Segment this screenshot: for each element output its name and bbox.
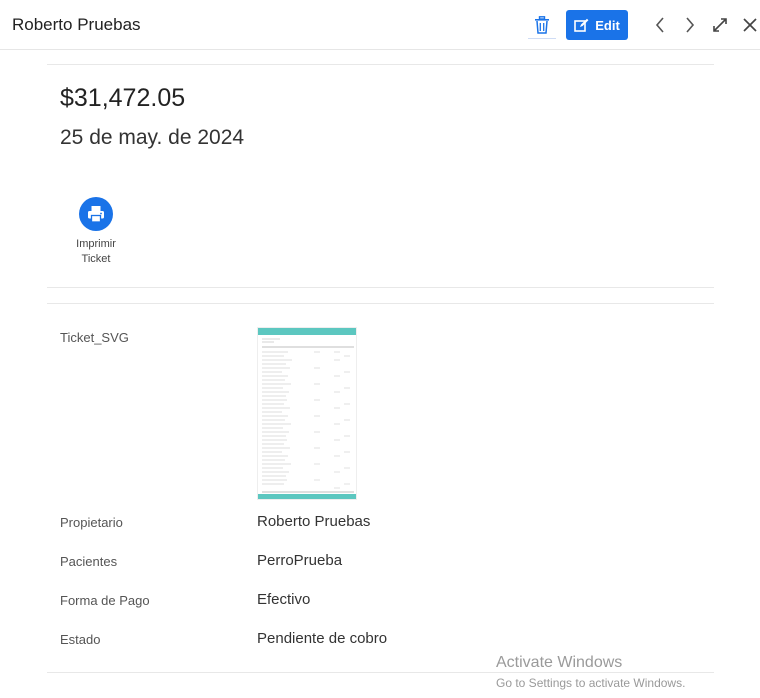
status-value: Pendiente de cobro: [257, 630, 388, 647]
divider: [47, 303, 714, 304]
patients-value: PerroPrueba: [257, 552, 343, 569]
close-button[interactable]: [739, 14, 760, 36]
print-label-line-1: Imprimir: [76, 238, 116, 250]
edit-icon: [574, 18, 589, 32]
total-amount: $31,472.05: [60, 84, 186, 112]
owner-value: Roberto Pruebas: [257, 513, 371, 530]
payment-method-label: Forma de Pago: [60, 593, 150, 608]
record-title: Roberto Pruebas: [12, 15, 141, 34]
payment-method-value: Efectivo: [257, 591, 311, 608]
next-record-button[interactable]: [679, 14, 701, 36]
expand-icon: [713, 18, 727, 32]
chevron-left-icon: [655, 17, 664, 33]
owner-label: Propietario: [60, 515, 123, 530]
record-date: 25 de may. de 2024: [60, 126, 245, 149]
previous-record-button[interactable]: [649, 14, 671, 36]
watermark-title: Activate Windows: [496, 654, 623, 671]
patients-label: Pacientes: [60, 554, 118, 569]
ticket-line-items: [262, 338, 354, 493]
ticket-preview-image[interactable]: [257, 327, 357, 500]
ticket-svg-label: Ticket_SVG: [60, 330, 129, 345]
edit-button[interactable]: Edit: [566, 10, 628, 40]
close-icon: [743, 18, 757, 32]
printer-icon: [88, 206, 104, 223]
print-button-circle[interactable]: [79, 197, 113, 231]
divider: [47, 64, 714, 65]
ticket-footer-band: [258, 494, 356, 499]
print-ticket-button[interactable]: Imprimir Ticket: [63, 197, 129, 267]
edit-button-label: Edit: [595, 17, 620, 33]
record-header: Roberto Pruebas Edit: [0, 0, 760, 50]
watermark-subtitle: Go to Settings to activate Windows.: [496, 676, 686, 690]
print-label-line-2: Ticket: [81, 253, 111, 265]
divider: [47, 287, 714, 288]
ticket-header-band: [258, 328, 356, 335]
status-label: Estado: [60, 632, 101, 647]
trash-icon: [535, 15, 549, 34]
chevron-right-icon: [686, 17, 695, 33]
delete-button[interactable]: [528, 11, 556, 39]
activation-watermark: Activate Windows Go to Settings to activ…: [496, 654, 685, 690]
expand-button[interactable]: [709, 14, 731, 36]
